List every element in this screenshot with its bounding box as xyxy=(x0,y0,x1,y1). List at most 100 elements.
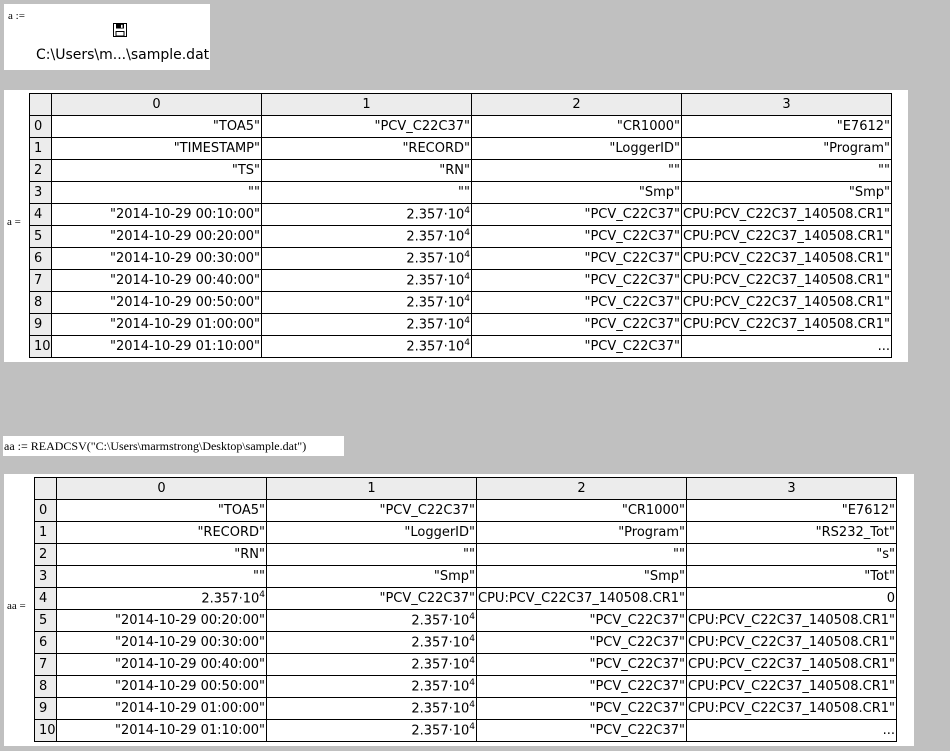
matrix-cell[interactable]: "" xyxy=(476,543,687,566)
matrix-cell[interactable]: "2014-10-29 00:50:00" xyxy=(51,291,262,314)
matrix-cell[interactable]: 2.357·104 xyxy=(261,291,472,314)
matrix-cell[interactable]: "2014-10-29 00:20:00" xyxy=(51,225,262,248)
matrix-cell[interactable]: 2.357·104 xyxy=(261,313,472,336)
matrix-cell[interactable]: "CPU:PCV_C22C37_140508.CR1" xyxy=(686,631,897,654)
matrix-cell[interactable]: "PCV_C22C37" xyxy=(476,631,687,654)
matrix-cell[interactable]: "LoggerID" xyxy=(471,137,682,160)
matrix-cell[interactable]: "2014-10-29 00:10:00" xyxy=(51,203,262,226)
matrix-cell[interactable]: "2014-10-29 00:50:00" xyxy=(56,675,267,698)
matrix-cell[interactable]: "2014-10-29 00:30:00" xyxy=(51,247,262,270)
matrix-cell[interactable]: "RN" xyxy=(56,543,267,566)
matrix-cell[interactable]: 2.357·104 xyxy=(261,247,472,270)
matrix-cell[interactable]: "CPU:PCV_C22C37_140508.CR1" xyxy=(681,313,892,336)
matrix-cell[interactable]: "Program" xyxy=(681,137,892,160)
matrix-cell[interactable]: 2.357·104 xyxy=(261,335,472,358)
matrix-cell[interactable]: "CPU:PCV_C22C37_140508.CR1" xyxy=(681,225,892,248)
cell-value: "" xyxy=(463,547,475,562)
matrix-cell[interactable]: "PCV_C22C37" xyxy=(476,609,687,632)
matrix-aa-table[interactable]: 0 1 2 3 0 "TOA5" "PCV_C22C37" "CR1000" "E7612" 1 "… xyxy=(34,477,897,742)
matrix-cell[interactable]: "CR1000" xyxy=(476,499,687,522)
matrix-cell[interactable]: 2.357·104 xyxy=(261,203,472,226)
matrix-cell[interactable]: "Smp" xyxy=(681,181,892,204)
matrix-cell[interactable]: "TS" xyxy=(51,159,262,182)
save-disk-icon[interactable] xyxy=(113,23,127,37)
cell-value: "CR1000" xyxy=(616,119,680,134)
matrix-cell[interactable]: "2014-10-29 01:10:00" xyxy=(51,335,262,358)
matrix-cell[interactable]: "PCV_C22C37" xyxy=(261,115,472,138)
matrix-cell[interactable]: "TIMESTAMP" xyxy=(51,137,262,160)
matrix-cell[interactable]: ... xyxy=(681,335,892,358)
matrix-cell[interactable]: "CPU:PCV_C22C37_140508.CR1" xyxy=(686,609,897,632)
file-input-region[interactable]: a := C:\Users\m...\sample.dat xyxy=(4,4,210,70)
matrix-cell[interactable]: "" xyxy=(51,181,262,204)
matrix-cell[interactable]: 2.357·104 xyxy=(266,697,477,720)
matrix-cell[interactable]: "Smp" xyxy=(266,565,477,588)
matrix-cell[interactable]: 2.357·104 xyxy=(261,225,472,248)
matrix-cell[interactable]: "" xyxy=(56,565,267,588)
matrix-cell[interactable]: "" xyxy=(266,543,477,566)
matrix-cell[interactable]: "RN" xyxy=(261,159,472,182)
matrix-cell[interactable]: "CPU:PCV_C22C37_140508.CR1" xyxy=(476,587,687,610)
cell-value: "PCV_C22C37" xyxy=(589,613,685,628)
matrix-cell[interactable]: "PCV_C22C37" xyxy=(476,653,687,676)
matrix-cell[interactable]: "RECORD" xyxy=(261,137,472,160)
matrix-cell[interactable]: 2.357·104 xyxy=(266,631,477,654)
matrix-cell[interactable]: "PCV_C22C37" xyxy=(471,313,682,336)
matrix-cell[interactable]: "CPU:PCV_C22C37_140508.CR1" xyxy=(686,697,897,720)
matrix-cell[interactable]: "PCV_C22C37" xyxy=(266,587,477,610)
matrix-cell[interactable]: "CPU:PCV_C22C37_140508.CR1" xyxy=(686,675,897,698)
matrix-cell[interactable]: "E7612" xyxy=(681,115,892,138)
cell-value: "Program" xyxy=(618,525,685,540)
matrix-cell[interactable]: "PCV_C22C37" xyxy=(471,203,682,226)
cell-mantissa: 2.357·10 xyxy=(406,339,465,355)
matrix-cell[interactable]: "CPU:PCV_C22C37_140508.CR1" xyxy=(681,269,892,292)
matrix-cell[interactable]: "LoggerID" xyxy=(266,521,477,544)
matrix-cell[interactable]: "2014-10-29 01:00:00" xyxy=(51,313,262,336)
matrix-cell[interactable]: "2014-10-29 01:00:00" xyxy=(56,697,267,720)
matrix-cell[interactable]: "E7612" xyxy=(686,499,897,522)
readcsv-formula[interactable]: aa := READCSV("C:\Users\marmstrong\Deskt… xyxy=(3,436,344,456)
matrix-a-table[interactable]: 0 1 2 3 0 "TOA5" "PCV_C22C37" "CR1000" "E7612" 1 "… xyxy=(29,93,892,358)
matrix-cell[interactable]: 0 xyxy=(686,587,897,610)
matrix-cell[interactable]: "CR1000" xyxy=(471,115,682,138)
matrix-cell[interactable]: "PCV_C22C37" xyxy=(471,335,682,358)
matrix-cell[interactable]: "Tot" xyxy=(686,565,897,588)
matrix-cell[interactable]: "" xyxy=(681,159,892,182)
matrix-cell[interactable]: "CPU:PCV_C22C37_140508.CR1" xyxy=(686,653,897,676)
matrix-cell[interactable]: "PCV_C22C37" xyxy=(476,719,687,742)
matrix-cell[interactable]: "CPU:PCV_C22C37_140508.CR1" xyxy=(681,247,892,270)
matrix-cell[interactable]: 2.357·104 xyxy=(266,675,477,698)
matrix-cell[interactable]: "PCV_C22C37" xyxy=(266,499,477,522)
matrix-cell[interactable]: "CPU:PCV_C22C37_140508.CR1" xyxy=(681,203,892,226)
matrix-cell[interactable]: "s" xyxy=(686,543,897,566)
matrix-cell[interactable]: 2.357·104 xyxy=(266,719,477,742)
matrix-cell[interactable]: "" xyxy=(261,181,472,204)
matrix-cell[interactable]: "Program" xyxy=(476,521,687,544)
matrix-cell[interactable]: 2.357·104 xyxy=(266,653,477,676)
matrix-cell[interactable]: "TOA5" xyxy=(56,499,267,522)
table-row: 1 "RECORD" "LoggerID" "Program" "RS232_Tot" xyxy=(34,521,897,544)
matrix-cell[interactable]: 2.357·104 xyxy=(266,609,477,632)
matrix-cell[interactable]: "2014-10-29 00:30:00" xyxy=(56,631,267,654)
matrix-cell[interactable]: "PCV_C22C37" xyxy=(476,675,687,698)
matrix-cell[interactable]: "2014-10-29 00:40:00" xyxy=(56,653,267,676)
matrix-cell[interactable]: 2.357·104 xyxy=(261,269,472,292)
matrix-cell[interactable]: "PCV_C22C37" xyxy=(471,291,682,314)
matrix-cell[interactable]: "TOA5" xyxy=(51,115,262,138)
matrix-cell[interactable]: "CPU:PCV_C22C37_140508.CR1" xyxy=(681,291,892,314)
matrix-cell[interactable]: "" xyxy=(471,159,682,182)
matrix-cell[interactable]: "2014-10-29 01:10:00" xyxy=(56,719,267,742)
matrix-cell[interactable]: "PCV_C22C37" xyxy=(471,247,682,270)
matrix-cell[interactable]: ... xyxy=(686,719,897,742)
matrix-cell[interactable]: 2.357·104 xyxy=(56,587,267,610)
row-header: 1 xyxy=(34,521,57,544)
matrix-cell[interactable]: "2014-10-29 00:40:00" xyxy=(51,269,262,292)
matrix-cell[interactable]: "RECORD" xyxy=(56,521,267,544)
matrix-cell[interactable]: "PCV_C22C37" xyxy=(476,697,687,720)
matrix-cell[interactable]: "RS232_Tot" xyxy=(686,521,897,544)
matrix-cell[interactable]: "2014-10-29 00:20:00" xyxy=(56,609,267,632)
matrix-cell[interactable]: "PCV_C22C37" xyxy=(471,269,682,292)
matrix-cell[interactable]: "PCV_C22C37" xyxy=(471,225,682,248)
matrix-cell[interactable]: "Smp" xyxy=(476,565,687,588)
matrix-cell[interactable]: "Smp" xyxy=(471,181,682,204)
